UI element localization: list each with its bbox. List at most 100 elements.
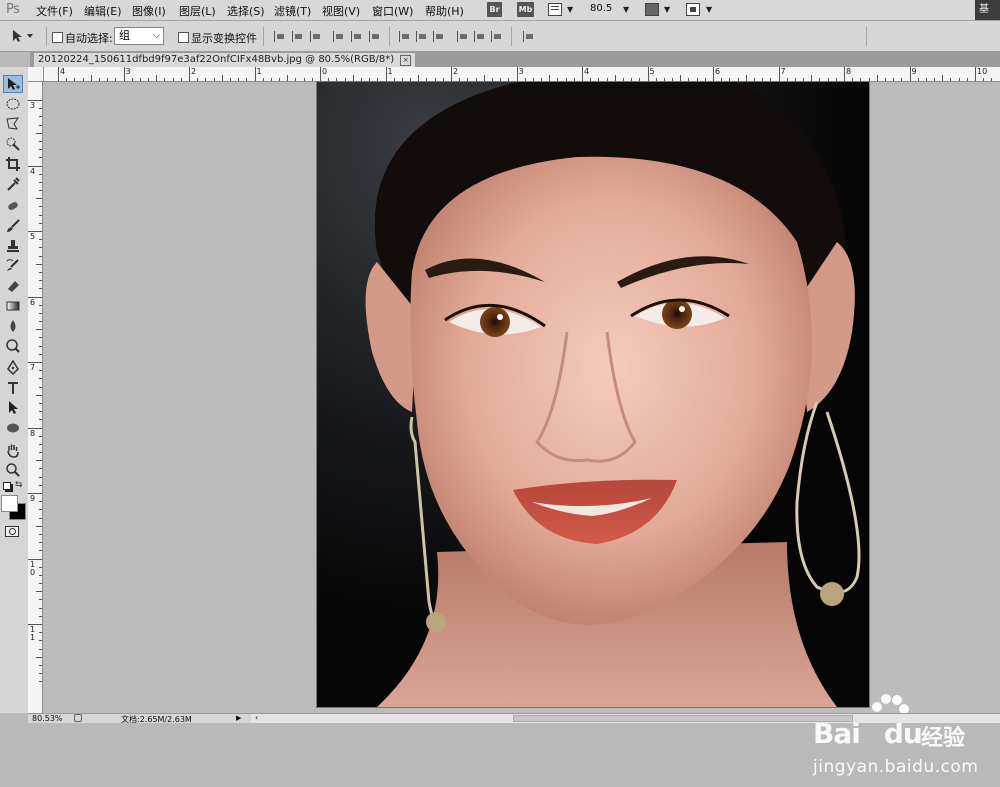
- align-right-edges-icon[interactable]: [369, 31, 381, 42]
- gradient-tool[interactable]: [3, 297, 23, 315]
- eyedropper-tool[interactable]: [3, 175, 23, 193]
- workspace-switcher-button[interactable]: 基: [975, 0, 1000, 20]
- ruler-tick: [39, 280, 42, 281]
- brush-tool[interactable]: [3, 217, 23, 235]
- bridge-button[interactable]: Br: [487, 2, 502, 17]
- horizontal-scrollbar-thumb[interactable]: [513, 715, 853, 722]
- vertical-ruler[interactable]: 34567891 01 1: [28, 82, 43, 713]
- menu-help[interactable]: 帮助(H): [425, 3, 464, 19]
- arrange-documents-icon[interactable]: [645, 3, 659, 16]
- ruler-tick: [39, 321, 42, 322]
- options-separator: [46, 27, 47, 46]
- close-icon[interactable]: ×: [400, 55, 411, 66]
- pen-tool[interactable]: [3, 359, 23, 377]
- type-tool[interactable]: [3, 379, 23, 397]
- status-menu-arrow-icon[interactable]: ▶: [236, 714, 241, 722]
- menu-filter[interactable]: 滤镜(T): [274, 3, 311, 19]
- screen-mode-dropdown-icon[interactable]: ▼: [706, 5, 712, 14]
- status-info-icon[interactable]: [74, 714, 82, 722]
- ruler-tick: [39, 256, 42, 257]
- menu-window[interactable]: 窗口(W): [372, 3, 413, 19]
- ruler-tick: [688, 78, 689, 81]
- ruler-tick: [852, 78, 853, 81]
- move-tool-preset-icon[interactable]: [10, 28, 38, 44]
- ruler-tick: [39, 288, 42, 289]
- ruler-origin[interactable]: [28, 67, 44, 82]
- portrait-photo[interactable]: [317, 82, 869, 707]
- dodge-tool[interactable]: [3, 337, 23, 355]
- lasso-tool[interactable]: [3, 115, 23, 133]
- distribute-vertical-centers-icon[interactable]: [416, 31, 428, 42]
- zoom-tool[interactable]: [3, 461, 23, 479]
- ruler-label: 1: [257, 67, 262, 76]
- ruler-tick: [492, 78, 493, 81]
- minibridge-button[interactable]: Mb: [517, 2, 534, 17]
- move-tool[interactable]: [3, 75, 23, 93]
- distribute-left-icon[interactable]: [457, 31, 469, 42]
- screen-mode-icon[interactable]: [686, 3, 700, 16]
- dodge-icon: [5, 338, 21, 354]
- align-top-edges-icon[interactable]: [274, 31, 286, 42]
- ruler-tick: [410, 78, 411, 81]
- foreground-color-swatch[interactable]: [1, 495, 18, 512]
- distribute-top-icon[interactable]: [399, 31, 411, 42]
- auto-select-target-select[interactable]: 组 ⌵: [114, 27, 164, 45]
- status-zoom-field[interactable]: 80.53%: [32, 714, 63, 723]
- default-colors-icon[interactable]: [3, 482, 11, 490]
- quick-selection-tool[interactable]: [3, 135, 23, 153]
- menu-select[interactable]: 选择(S): [227, 3, 265, 19]
- align-vertical-centers-icon[interactable]: [292, 31, 304, 42]
- menu-layer[interactable]: 图层(L): [179, 3, 216, 19]
- hand-tool[interactable]: [3, 441, 23, 459]
- history-brush-tool[interactable]: [3, 257, 23, 275]
- ruler-tick: [214, 78, 215, 81]
- align-horizontal-centers-icon[interactable]: [351, 31, 363, 42]
- options-separator: [511, 27, 512, 46]
- ruler-label: 7: [30, 364, 35, 372]
- horizontal-ruler[interactable]: 4321012345678910: [44, 67, 1000, 82]
- path-selection-tool[interactable]: [3, 399, 23, 417]
- marquee-tool[interactable]: [3, 95, 23, 113]
- ruler-tick: [39, 567, 42, 568]
- clone-stamp-tool[interactable]: [3, 237, 23, 255]
- align-bottom-edges-icon[interactable]: [310, 31, 322, 42]
- ruler-tick: [991, 78, 992, 81]
- ruler-tick: [39, 534, 42, 535]
- document-tab[interactable]: 20120224_150611dfbd9f97e3af22OnfCIFx48Bv…: [34, 53, 415, 67]
- distribute-horizontal-centers-icon[interactable]: [474, 31, 486, 42]
- bandage-icon: [5, 198, 21, 214]
- scroll-left-arrow-icon[interactable]: ‹: [255, 713, 258, 722]
- healing-brush-tool[interactable]: [3, 197, 23, 215]
- zoom-level-field[interactable]: 80.5: [590, 3, 612, 14]
- ruler-tick: [39, 313, 42, 314]
- ruler-tick: [28, 100, 42, 101]
- ruler-tick: [426, 78, 427, 81]
- auto-align-layers-icon[interactable]: [523, 31, 535, 42]
- ruler-tick: [811, 75, 812, 81]
- menu-image[interactable]: 图像(I): [132, 3, 166, 19]
- quick-mask-icon[interactable]: [5, 526, 19, 537]
- canvas-area[interactable]: Baidu 经验 jingyan.baidu.com: [43, 82, 1000, 713]
- swap-colors-icon[interactable]: ⇆: [15, 480, 23, 490]
- eraser-tool[interactable]: [3, 277, 23, 295]
- ruler-tick: [451, 67, 452, 81]
- distribute-bottom-icon[interactable]: [433, 31, 445, 42]
- ruler-tick: [39, 616, 42, 617]
- menu-edit[interactable]: 编辑(E): [84, 3, 122, 19]
- distribute-right-icon[interactable]: [491, 31, 503, 42]
- crop-tool[interactable]: [3, 155, 23, 173]
- view-extras-dropdown-icon[interactable]: ▼: [567, 5, 573, 14]
- ruler-tick: [148, 78, 149, 81]
- ruler-tick: [39, 632, 42, 633]
- menu-view[interactable]: 视图(V): [322, 3, 360, 19]
- arrange-dropdown-icon[interactable]: ▼: [664, 5, 670, 14]
- zoom-dropdown-icon[interactable]: ▼: [623, 5, 629, 14]
- horizontal-scrollbar[interactable]: ‹: [251, 714, 1000, 723]
- view-extras-icon[interactable]: [548, 3, 562, 16]
- shape-tool[interactable]: [3, 419, 23, 437]
- align-left-edges-icon[interactable]: [333, 31, 345, 42]
- auto-select-checkbox[interactable]: 自动选择:: [52, 30, 113, 46]
- show-transform-controls-checkbox[interactable]: 显示变换控件: [178, 30, 257, 46]
- blur-tool[interactable]: [3, 317, 23, 335]
- menu-file[interactable]: 文件(F): [36, 3, 73, 19]
